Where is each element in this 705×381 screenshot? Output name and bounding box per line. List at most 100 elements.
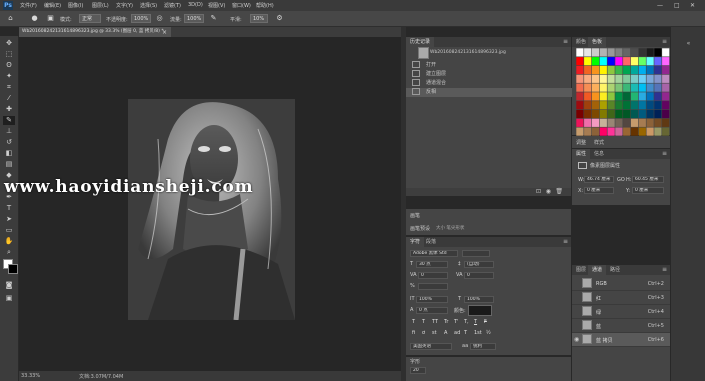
snapshot-label[interactable]: Wb201608242131614896323.jpg	[430, 50, 506, 55]
height-field[interactable]: 60.45 厘米	[632, 176, 664, 183]
font-style-select[interactable]	[462, 250, 490, 257]
color-swatch[interactable]	[623, 65, 631, 75]
text-color-swatch[interactable]	[468, 305, 492, 316]
glyphs-tab[interactable]: 字形	[410, 358, 420, 365]
tab-history[interactable]: 历史记录	[406, 37, 435, 47]
color-swatch[interactable]	[591, 83, 600, 92]
color-swatch[interactable]	[576, 92, 584, 101]
color-swatch[interactable]	[662, 57, 670, 66]
color-swatch[interactable]	[615, 101, 623, 110]
tool-preset-icon[interactable]: ⌂	[6, 14, 15, 23]
color-swatch[interactable]	[654, 127, 662, 136]
color-swatch[interactable]	[646, 92, 654, 101]
zoom-tool-icon[interactable]: ⌕	[3, 248, 15, 257]
color-swatch[interactable]	[638, 92, 646, 101]
menu-window[interactable]: 窗口(W)	[232, 2, 251, 9]
tab-paths[interactable]: 路径	[606, 265, 624, 275]
anti-alias-select[interactable]: 锐利	[470, 343, 496, 350]
smooth-field[interactable]: 10%	[250, 14, 268, 23]
color-swatch[interactable]	[584, 118, 592, 127]
color-swatch[interactable]	[623, 48, 631, 57]
close-icon[interactable]: ✕	[690, 2, 695, 9]
color-swatch[interactable]	[630, 109, 639, 119]
color-swatch[interactable]	[630, 118, 639, 127]
color-swatch[interactable]	[591, 118, 600, 127]
color-swatch[interactable]	[646, 127, 654, 136]
color-swatch[interactable]	[654, 92, 662, 101]
subscript-icon[interactable]: T,	[464, 319, 469, 325]
color-swatch[interactable]	[623, 109, 631, 119]
tracking-field[interactable]: 0	[464, 272, 494, 279]
color-swatch[interactable]	[662, 48, 670, 57]
color-swatch[interactable]	[662, 92, 670, 101]
color-swatch[interactable]	[607, 127, 615, 136]
vertical-scale-field[interactable]: 100%	[416, 296, 448, 303]
color-swatch[interactable]	[599, 48, 607, 57]
kerning-field[interactable]: 0	[418, 272, 448, 279]
color-swatch[interactable]	[646, 48, 654, 57]
brush-tool-icon[interactable]: ✎	[3, 116, 15, 125]
fractions-icon[interactable]: ½	[486, 330, 491, 336]
rectangle-tool-icon[interactable]: ▭	[3, 226, 15, 235]
document-tab[interactable]: Wb201608242131614896323.jpg @ 33.3% (图层 …	[19, 27, 171, 37]
color-swatch[interactable]	[615, 57, 623, 66]
color-swatch[interactable]	[599, 65, 607, 75]
color-swatch[interactable]	[646, 101, 654, 110]
menu-edit[interactable]: 编辑(E)	[44, 2, 61, 9]
color-swatch[interactable]	[623, 127, 631, 136]
color-swatch[interactable]	[638, 74, 646, 83]
color-swatch[interactable]	[607, 118, 615, 127]
small-caps-icon[interactable]: Tr	[444, 319, 448, 325]
color-swatch[interactable]	[576, 127, 584, 136]
mode-select[interactable]: 正常	[79, 14, 101, 23]
menu-filter[interactable]: 滤镜(T)	[164, 2, 181, 9]
history-item-active[interactable]: 反相	[406, 88, 577, 97]
snapshot-thumbnail[interactable]	[418, 47, 429, 59]
zoom-level[interactable]: 33.33%	[21, 373, 40, 379]
minimize-icon[interactable]: —	[657, 2, 663, 9]
type-tool-icon[interactable]: T	[3, 204, 15, 213]
color-swatch[interactable]	[576, 74, 584, 83]
channel-row[interactable]: 蓝 Ctrl+5	[572, 319, 670, 333]
color-swatch[interactable]	[638, 57, 646, 66]
color-swatch[interactable]	[646, 118, 654, 127]
color-swatch[interactable]	[623, 118, 631, 127]
visibility-eye-icon[interactable]: ◉	[574, 336, 580, 343]
menu-file[interactable]: 文件(F)	[20, 2, 37, 9]
color-swatch[interactable]	[607, 92, 615, 101]
color-swatch[interactable]	[607, 101, 615, 110]
color-swatch[interactable]	[615, 127, 623, 136]
color-swatch[interactable]	[576, 57, 584, 66]
color-swatch[interactable]	[630, 74, 639, 83]
color-swatch[interactable]	[662, 109, 670, 119]
tab-info[interactable]: 信息	[590, 149, 608, 159]
link-icon[interactable]: GO	[617, 177, 625, 183]
width-field[interactable]: 46.74 厘米	[584, 176, 614, 183]
tab-properties[interactable]: 属性	[572, 149, 591, 159]
strikethrough-icon[interactable]: F	[484, 319, 487, 325]
tab-channels[interactable]: 通道	[588, 265, 607, 275]
superscript-icon[interactable]: T'	[454, 319, 458, 325]
close-tab-icon[interactable]: ×	[162, 29, 167, 36]
channel-row[interactable]: RGB Ctrl+2	[572, 277, 670, 291]
color-swatch[interactable]	[662, 65, 670, 75]
discretionary-icon[interactable]: st	[432, 330, 437, 336]
color-swatch[interactable]	[607, 57, 615, 66]
panel-menu-icon[interactable]: ≡	[662, 149, 667, 159]
channel-row[interactable]: 红 Ctrl+3	[572, 291, 670, 305]
color-swatch[interactable]	[584, 48, 592, 57]
color-swatch[interactable]	[599, 74, 607, 83]
underline-icon[interactable]: T	[474, 319, 477, 325]
color-swatch[interactable]	[654, 74, 662, 83]
color-swatch[interactable]	[615, 48, 623, 57]
background-color-swatch[interactable]	[8, 264, 18, 274]
color-swatch[interactable]	[599, 109, 607, 119]
old-style-icon[interactable]: ơ	[422, 330, 425, 336]
color-swatch[interactable]	[599, 57, 607, 66]
horizontal-scale-field[interactable]: 100%	[464, 296, 494, 303]
color-swatch[interactable]	[584, 109, 592, 119]
screen-mode-icon[interactable]: ▣	[3, 294, 15, 303]
color-swatch[interactable]	[662, 101, 670, 110]
color-swatch[interactable]	[654, 65, 662, 75]
color-swatch[interactable]	[646, 65, 654, 75]
